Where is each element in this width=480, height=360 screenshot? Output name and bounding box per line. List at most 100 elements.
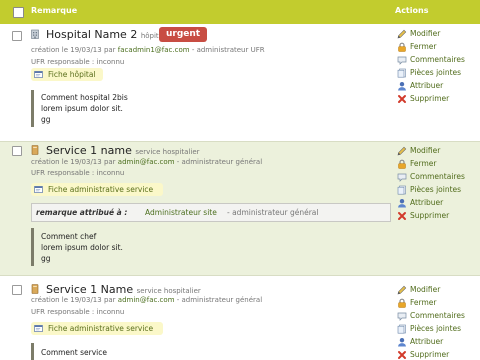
- table-row: Service 1 name service hospitalier créat…: [0, 142, 480, 275]
- fiche-label: Fiche administrative service: [48, 185, 154, 194]
- action-label: Fermer: [410, 298, 437, 307]
- author-role: - administrateur UFR: [191, 46, 265, 54]
- pencil-icon: [397, 146, 407, 156]
- action-label: Supprimer: [410, 350, 450, 359]
- action-label: Fermer: [410, 42, 437, 51]
- ufr-responsable: UFR responsable : inconnu: [31, 58, 125, 66]
- ufr-responsable: UFR responsable : inconnu: [31, 308, 125, 316]
- remark-type: service hospitalier: [136, 287, 201, 295]
- modifier-action[interactable]: Modifier: [395, 145, 480, 157]
- commentaires-action[interactable]: Commentaires: [395, 171, 480, 183]
- delete-icon: [397, 211, 407, 221]
- urgent-badge: urgent: [159, 27, 208, 42]
- action-label: Pièces jointes: [410, 324, 462, 333]
- author-email-link[interactable]: facadmin1@fac.com: [118, 46, 190, 54]
- modifier-action[interactable]: Modifier: [395, 284, 480, 296]
- modifier-action[interactable]: Modifier: [395, 28, 480, 40]
- supprimer-action[interactable]: Supprimer: [395, 210, 480, 222]
- form-icon: [34, 325, 43, 332]
- fiche-link[interactable]: Fiche hôpital: [31, 68, 103, 81]
- author-email-link[interactable]: admin@fac.com: [118, 296, 175, 304]
- comment-block: Comment chef lorem ipsum dolor sit. gg: [31, 228, 123, 266]
- action-label: Attribuer: [410, 81, 444, 90]
- creation-info: création le 19/03/13 par facadmin1@fac.c…: [31, 46, 265, 54]
- author-role: - administrateur général: [176, 158, 263, 166]
- comment-block: Comment hospital 2bis lorem ipsum dolor …: [31, 90, 128, 127]
- row-checkbox[interactable]: [12, 146, 22, 156]
- ufr-responsable: UFR responsable : inconnu: [31, 169, 125, 177]
- action-label: Modifier: [410, 29, 441, 38]
- comment-icon: [397, 311, 407, 321]
- remarks-table: Remarque Actions Hospital Name 2 hôpital…: [0, 0, 480, 360]
- creation-text: création le 19/03/13 par: [31, 46, 116, 54]
- pencil-icon: [397, 285, 407, 295]
- fermer-action[interactable]: Fermer: [395, 297, 480, 309]
- action-label: Modifier: [410, 146, 441, 155]
- comment-line: Comment hospital 2bis: [41, 93, 128, 102]
- comment-line: gg: [41, 254, 51, 263]
- select-all-checkbox[interactable]: [13, 7, 24, 18]
- comment-line: lorem ipsum dolor sit.: [41, 243, 123, 252]
- action-label: Fermer: [410, 159, 437, 168]
- service-icon: [31, 145, 39, 155]
- comment-line: lorem ipsum dolor sit.: [41, 104, 123, 113]
- hospital-icon: [31, 29, 39, 39]
- comment-line: gg: [41, 115, 51, 124]
- lock-icon: [397, 159, 407, 169]
- pieces-jointes-action[interactable]: Pièces jointes: [395, 184, 480, 196]
- row-checkbox[interactable]: [12, 285, 22, 295]
- commentaires-action[interactable]: Commentaires: [395, 54, 480, 66]
- attribuer-action[interactable]: Attribuer: [395, 197, 480, 209]
- attachment-icon: [397, 68, 407, 78]
- comment-block: Comment service: [31, 343, 107, 360]
- attachment-icon: [397, 185, 407, 195]
- author-role: - administrateur général: [176, 296, 263, 304]
- fermer-action[interactable]: Fermer: [395, 41, 480, 53]
- comment-icon: [397, 55, 407, 65]
- form-icon: [34, 71, 43, 78]
- remark-title: Hospital Name 2 hôpital: [46, 28, 165, 41]
- author-email-link[interactable]: admin@fac.com: [118, 158, 175, 166]
- remark-title-text: Service 1 Name: [46, 283, 134, 296]
- action-label: Commentaires: [410, 55, 465, 64]
- action-label: Attribuer: [410, 337, 444, 346]
- fiche-link[interactable]: Fiche administrative service: [31, 322, 163, 335]
- attribuer-action[interactable]: Attribuer: [395, 336, 480, 348]
- action-label: Modifier: [410, 285, 441, 294]
- lock-icon: [397, 42, 407, 52]
- form-icon: [34, 186, 43, 193]
- lock-icon: [397, 298, 407, 308]
- pieces-jointes-action[interactable]: Pièces jointes: [395, 323, 480, 335]
- action-label: Attribuer: [410, 198, 444, 207]
- remark-type: service hospitalier: [135, 148, 200, 156]
- fiche-label: Fiche hôpital: [48, 70, 96, 79]
- fermer-action[interactable]: Fermer: [395, 158, 480, 170]
- attribuer-action[interactable]: Attribuer: [395, 80, 480, 92]
- remarque-column-header: Remarque: [31, 6, 78, 15]
- supprimer-action[interactable]: Supprimer: [395, 93, 480, 105]
- pieces-jointes-action[interactable]: Pièces jointes: [395, 67, 480, 79]
- commentaires-action[interactable]: Commentaires: [395, 310, 480, 322]
- delete-icon: [397, 94, 407, 104]
- supprimer-action[interactable]: Supprimer: [395, 349, 480, 360]
- delete-icon: [397, 350, 407, 360]
- row-checkbox[interactable]: [12, 31, 22, 41]
- table-header: Remarque Actions: [0, 0, 480, 24]
- fiche-link[interactable]: Fiche administrative service: [31, 183, 163, 196]
- assign-user-icon: [397, 337, 407, 347]
- creation-info: création le 19/03/13 par admin@fac.com -…: [31, 158, 262, 166]
- action-label: Supprimer: [410, 211, 450, 220]
- service-icon: [31, 284, 39, 294]
- remark-title: Service 1 name service hospitalier: [46, 144, 200, 157]
- assignee-link[interactable]: Administrateur site: [145, 208, 217, 217]
- action-label: Pièces jointes: [410, 185, 462, 194]
- action-label: Commentaires: [410, 311, 465, 320]
- fiche-label: Fiche administrative service: [48, 324, 154, 333]
- actions-column-header: Actions: [395, 6, 429, 15]
- comment-line: Comment chef: [41, 232, 97, 241]
- action-label: Commentaires: [410, 172, 465, 181]
- creation-info: création le 19/03/13 par admin@fac.com -…: [31, 296, 262, 304]
- remark-title-text: Service 1 name: [46, 144, 132, 157]
- action-label: Supprimer: [410, 94, 450, 103]
- attachment-icon: [397, 324, 407, 334]
